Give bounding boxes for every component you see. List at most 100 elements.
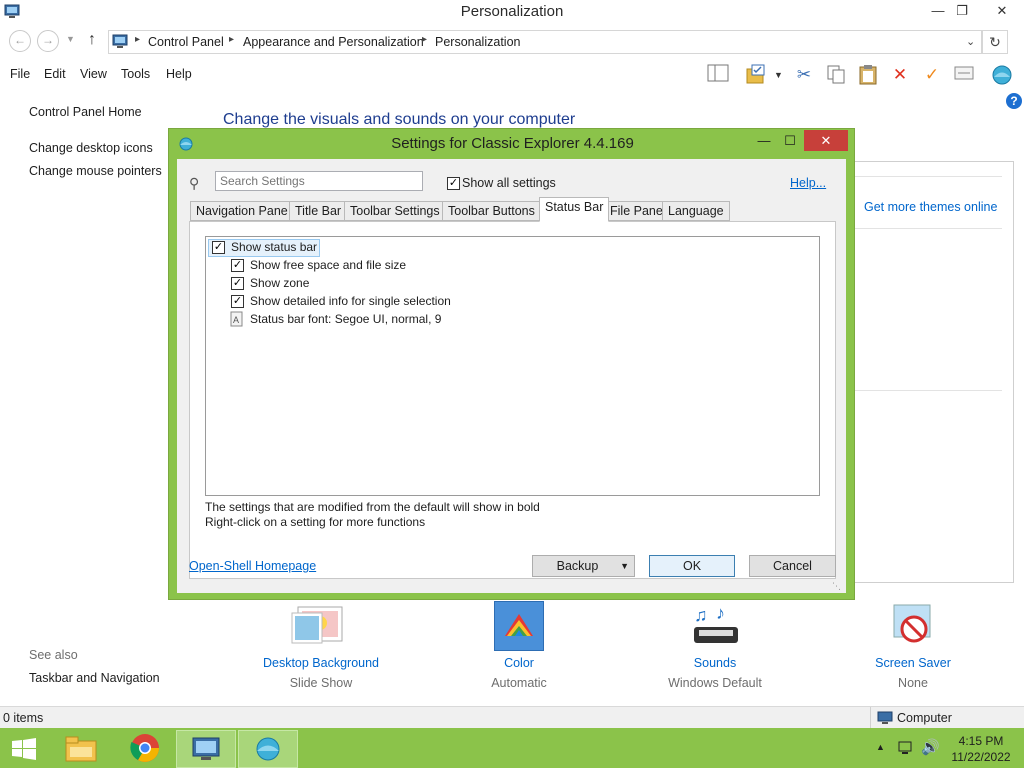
chrome-icon[interactable] xyxy=(116,730,174,766)
cut-icon[interactable]: ✂ xyxy=(792,63,816,87)
forward-button[interactable]: → xyxy=(37,30,59,52)
breadcrumb-control-panel[interactable]: Control Panel xyxy=(148,35,224,49)
address-box[interactable]: ▸ Control Panel ▸ Appearance and Persona… xyxy=(108,30,982,54)
sidebar-change-desktop-icons[interactable]: Change desktop icons xyxy=(29,141,153,155)
modified-settings-note: The settings that are modified from the … xyxy=(205,500,540,514)
menu-help[interactable]: Help xyxy=(166,67,192,81)
properties-check-icon[interactable]: ✓ xyxy=(920,63,944,87)
see-also-heading: See also xyxy=(29,648,78,662)
clock-date[interactable]: 11/22/2022 xyxy=(946,750,1016,764)
theme-sounds-label[interactable]: Sounds xyxy=(634,656,796,670)
status-bar-font-label[interactable]: Status bar font: Segoe UI, normal, 9 xyxy=(250,312,441,326)
desktop-background-icon[interactable] xyxy=(290,601,350,651)
address-bar: ← → ▼ ↑ ▸ Control Panel ▸ Appearance and… xyxy=(0,28,1024,54)
item-count: 0 items xyxy=(3,711,44,725)
menu-view[interactable]: View xyxy=(80,67,107,81)
divider xyxy=(870,707,871,729)
dialog-minimize-button[interactable]: — xyxy=(751,131,777,151)
volume-icon[interactable]: 🔊 xyxy=(921,738,940,756)
theme-screen-saver-value: None xyxy=(898,676,928,690)
show-all-settings-checkbox[interactable]: ✓ xyxy=(447,177,460,190)
resize-grip-icon[interactable]: ⋱ xyxy=(832,581,841,592)
classic-explorer-taskbar-icon[interactable] xyxy=(238,730,298,768)
menu-tools[interactable]: Tools xyxy=(121,67,150,81)
tab-title-bar[interactable]: Title Bar xyxy=(289,201,348,221)
dialog-close-button[interactable]: ✕ xyxy=(804,130,848,151)
restore-button[interactable]: ❐ xyxy=(948,0,976,22)
status-bar: 0 items Computer xyxy=(0,706,1024,729)
computer-icon xyxy=(877,711,893,725)
menu-file[interactable]: File xyxy=(10,67,30,81)
close-button[interactable]: ✕ xyxy=(988,0,1016,22)
tab-navigation-pane[interactable]: Navigation Pane xyxy=(190,201,294,221)
menu-edit[interactable]: Edit xyxy=(44,67,66,81)
font-settings-icon: A xyxy=(230,311,244,327)
sidebar-taskbar-navigation[interactable]: Taskbar and Navigation xyxy=(29,671,160,685)
email-icon[interactable] xyxy=(952,63,976,87)
tab-toolbar-buttons[interactable]: Toolbar Buttons xyxy=(442,201,541,221)
delete-icon[interactable]: ✕ xyxy=(888,63,912,87)
theme-desktop-background-value: Slide Show xyxy=(289,676,353,690)
theme-color-value: Automatic xyxy=(491,676,547,690)
tab-language[interactable]: Language xyxy=(662,201,730,221)
ok-button[interactable]: OK xyxy=(649,555,735,577)
breadcrumb-separator-icon: ▸ xyxy=(229,34,235,45)
navigation-pane-icon[interactable] xyxy=(706,63,730,87)
help-icon[interactable]: ? xyxy=(1006,93,1022,109)
control-panel-taskbar-icon[interactable] xyxy=(176,730,236,768)
show-hidden-icons-chevron-icon[interactable]: ▲ xyxy=(876,742,885,752)
backup-button-label: Backup xyxy=(556,559,599,573)
search-icon: ⚲ xyxy=(189,175,200,191)
window-title: Personalization xyxy=(460,3,564,20)
backup-button[interactable]: Backup ▼ xyxy=(532,555,635,577)
tab-file-pane[interactable]: File Pane xyxy=(604,201,669,221)
color-icon[interactable] xyxy=(494,601,544,651)
open-shell-homepage-link[interactable]: Open-Shell Homepage xyxy=(189,559,316,573)
show-status-bar-label[interactable]: Show status bar xyxy=(231,240,317,254)
show-detailed-info-label[interactable]: Show detailed info for single selection xyxy=(250,294,451,308)
address-dropdown-chevron-icon[interactable]: ⌄ xyxy=(966,35,975,48)
folder-options-dropdown-icon[interactable]: ▼ xyxy=(774,70,783,80)
help-link[interactable]: Help... xyxy=(790,176,826,190)
clock-time[interactable]: 4:15 PM xyxy=(946,734,1016,748)
sidebar-change-mouse-pointers[interactable]: Change mouse pointers xyxy=(29,164,162,178)
show-detailed-info-checkbox[interactable]: ✓ xyxy=(231,295,244,308)
get-more-themes-link[interactable]: Get more themes online xyxy=(864,200,997,214)
sounds-icon[interactable]: ♫ ♪ xyxy=(690,601,742,651)
search-settings-input[interactable] xyxy=(215,171,423,191)
up-button[interactable]: ↑ xyxy=(88,31,96,49)
back-button[interactable]: ← xyxy=(9,30,31,52)
classic-explorer-settings-icon[interactable] xyxy=(990,63,1014,87)
dialog-maximize-button[interactable]: ☐ xyxy=(777,131,803,151)
file-explorer-icon[interactable] xyxy=(52,730,110,766)
show-free-space-label[interactable]: Show free space and file size xyxy=(250,258,406,272)
refresh-button[interactable]: ↻ xyxy=(982,30,1008,54)
backup-dropdown-icon: ▼ xyxy=(620,561,629,571)
show-zone-label[interactable]: Show zone xyxy=(250,276,309,290)
show-zone-checkbox[interactable]: ✓ xyxy=(231,277,244,290)
show-free-space-checkbox[interactable]: ✓ xyxy=(231,259,244,272)
control-panel-icon xyxy=(112,34,128,52)
show-all-settings-label[interactable]: Show all settings xyxy=(462,176,556,190)
tab-panel: ✓ Show status bar ✓ Show free space and … xyxy=(189,221,836,579)
recent-locations-chevron-icon[interactable]: ▼ xyxy=(66,34,75,44)
tab-toolbar-settings[interactable]: Toolbar Settings xyxy=(344,201,446,221)
breadcrumb-appearance[interactable]: Appearance and Personalization xyxy=(243,35,424,49)
tab-status-bar[interactable]: Status Bar xyxy=(539,197,610,222)
cancel-button[interactable]: Cancel xyxy=(749,555,836,577)
copy-icon[interactable] xyxy=(824,63,848,87)
sidebar-control-panel-home[interactable]: Control Panel Home xyxy=(29,105,142,119)
theme-screen-saver-label[interactable]: Screen Saver xyxy=(832,656,994,670)
divider xyxy=(855,176,1002,177)
theme-desktop-background-label[interactable]: Desktop Background xyxy=(240,656,402,670)
theme-color-label[interactable]: Color xyxy=(438,656,600,670)
network-icon[interactable] xyxy=(897,739,915,757)
folder-options-icon[interactable] xyxy=(744,63,768,87)
settings-tree: ✓ Show status bar ✓ Show free space and … xyxy=(205,236,820,496)
divider xyxy=(855,390,1002,391)
screen-saver-icon[interactable] xyxy=(888,601,940,651)
show-status-bar-checkbox[interactable]: ✓ xyxy=(212,241,225,254)
paste-icon[interactable] xyxy=(856,63,880,87)
start-windows-icon[interactable] xyxy=(12,738,36,760)
breadcrumb-personalization[interactable]: Personalization xyxy=(435,35,520,49)
